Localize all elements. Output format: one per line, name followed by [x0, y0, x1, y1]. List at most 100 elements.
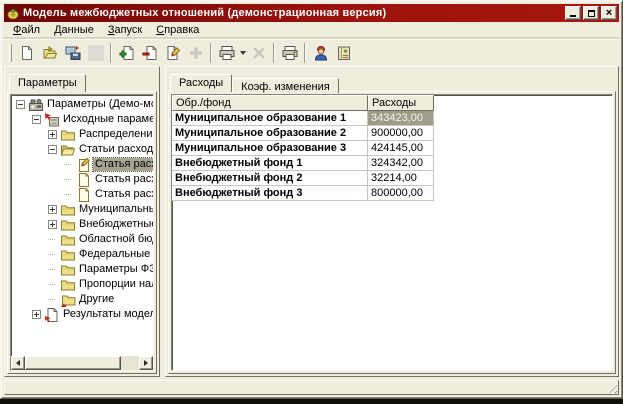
printer-icon [282, 45, 298, 61]
data-panel: РасходыКоэф. изменения Обр./фондРасходыМ… [165, 66, 619, 377]
add-record-button[interactable] [115, 42, 138, 64]
right-arrow-icon [144, 360, 148, 366]
table-row: Внебюджетный фонд 1324342,00 [172, 156, 434, 171]
title-bar[interactable]: Модель межбюджетных отношений (демонстра… [4, 4, 619, 22]
tree-item[interactable]: Статья расходов [12, 157, 153, 172]
expander-minus-icon[interactable] [48, 145, 57, 154]
folder-icon [60, 232, 76, 248]
tree-connector [44, 284, 60, 285]
toolbar-separator [110, 43, 112, 63]
resize-grip[interactable] [605, 381, 617, 393]
cell-expense-value[interactable]: 800000,00 [368, 186, 434, 201]
cell-expense-value[interactable]: 900000,00 [368, 126, 434, 141]
tree-item-label: Распределение налогов [77, 128, 154, 141]
cell-expense-value-selected[interactable]: 343423,00 [368, 111, 434, 126]
horizontal-scrollbar[interactable] [11, 356, 153, 370]
tree-item[interactable]: Параметры (Демо-модель-2) [12, 97, 153, 112]
page-edit-icon [76, 157, 92, 173]
column-header-name[interactable]: Обр./фонд [172, 95, 368, 111]
new-button[interactable] [15, 42, 38, 64]
tree-item[interactable]: Статья расходов 2 [12, 172, 153, 187]
status-bar [4, 380, 619, 395]
toolbar-gripper[interactable] [9, 44, 12, 62]
edit-record-button[interactable] [161, 42, 184, 64]
expenses-grid: Обр./фондРасходыМуниципальное образовани… [172, 95, 434, 201]
expander-minus-icon[interactable] [16, 100, 25, 109]
cancel-button [247, 42, 270, 64]
page-icon [76, 172, 92, 188]
tab-change-coeffs[interactable]: Коэф. изменения [232, 78, 339, 93]
expander-plus-icon[interactable] [32, 310, 41, 319]
menu-item-run[interactable]: Запуск [101, 23, 149, 38]
tree-connector [44, 269, 60, 270]
tree-item[interactable]: Муниципальные образования [12, 202, 153, 217]
scrollbar-track[interactable] [121, 356, 139, 370]
table-row: Муниципальное образование 2900000,00 [172, 126, 434, 141]
tree-item[interactable]: Статьи расходов [12, 142, 153, 157]
expander-plus-icon[interactable] [48, 130, 57, 139]
cell-entity-name[interactable]: Внебюджетный фонд 1 [172, 156, 368, 171]
tree-item[interactable]: Распределение налогов [12, 127, 153, 142]
scroll-right-button[interactable] [139, 356, 153, 370]
expander-plus-icon[interactable] [48, 220, 57, 229]
menu-bar: ФайлДанныеЗапускСправка [4, 22, 619, 39]
menu-item-help[interactable]: Справка [149, 23, 206, 38]
tree-connector [44, 254, 60, 255]
add-record-icon [119, 45, 135, 61]
tree-item[interactable]: Другие [12, 292, 153, 307]
maximize-button[interactable] [583, 6, 599, 20]
tree-connector [44, 299, 60, 300]
help-book-button[interactable] [332, 42, 355, 64]
table-row: Муниципальное образование 1343423,00 [172, 111, 434, 126]
cell-expense-value[interactable]: 32214,00 [368, 171, 434, 186]
app-window: Модель межбюджетных отношений (демонстра… [0, 0, 623, 399]
scroll-left-button[interactable] [11, 356, 25, 370]
print-button[interactable] [278, 42, 301, 64]
cell-entity-name[interactable]: Внебюджетный фонд 3 [172, 186, 368, 201]
tree-connector [60, 179, 76, 180]
app-icon [6, 6, 20, 20]
tree-item[interactable]: Параметры ФЭР [12, 262, 153, 277]
expander-minus-icon[interactable] [32, 115, 41, 124]
tree-item[interactable]: Исходные параметры [12, 112, 153, 127]
tree-item-label: Муниципальные образования [77, 203, 154, 216]
cell-expense-value[interactable]: 324342,00 [368, 156, 434, 171]
save-button[interactable] [61, 42, 84, 64]
print-preview-button[interactable] [215, 42, 238, 64]
scrollbar-thumb[interactable] [25, 356, 121, 370]
tree-item[interactable]: Пропорции налогов [12, 277, 153, 292]
tree-item-label: Областной бюджет [77, 233, 154, 246]
delete-record-button[interactable] [138, 42, 161, 64]
tab-parameters[interactable]: Параметры [9, 74, 86, 92]
print-preview-dropdown[interactable] [238, 42, 247, 64]
tree-connector [44, 239, 60, 240]
cell-entity-name[interactable]: Муниципальное образование 1 [172, 111, 368, 126]
right-page: Обр./фондРасходыМуниципальное образовани… [168, 91, 616, 374]
menu-item-file[interactable]: Файл [6, 23, 47, 38]
plus-icon [188, 45, 204, 61]
insert-button [184, 42, 207, 64]
tree-item[interactable]: Федеральные трансферты [12, 247, 153, 262]
input-params-icon [44, 112, 60, 128]
tree-item[interactable]: Областной бюджет [12, 232, 153, 247]
expander-plus-icon[interactable] [48, 205, 57, 214]
cell-entity-name[interactable]: Муниципальное образование 2 [172, 126, 368, 141]
tab-change-coeffs-label: Коэф. изменения [241, 81, 330, 93]
tree-item-label: Федеральные трансферты [77, 248, 154, 261]
tree-item-label: Исходные параметры [61, 113, 154, 126]
tree-item[interactable]: Результаты моделирования [12, 307, 153, 322]
menu-item-data[interactable]: Данные [47, 23, 101, 38]
tree-item[interactable]: Внебюджетные фонды [12, 217, 153, 232]
user-button[interactable] [309, 42, 332, 64]
left-page: Параметры (Демо-модель-2)Исходные параме… [7, 91, 157, 374]
parameters-tree: Параметры (Демо-модель-2)Исходные параме… [11, 95, 153, 322]
minimize-button[interactable] [565, 6, 581, 20]
open-button[interactable] [38, 42, 61, 64]
cell-expense-value[interactable]: 424145,00 [368, 141, 434, 156]
column-header-value[interactable]: Расходы [368, 95, 434, 111]
tree-item[interactable]: Статья расходов 3 [12, 187, 153, 202]
cell-entity-name[interactable]: Муниципальное образование 3 [172, 141, 368, 156]
tab-expenses[interactable]: Расходы [170, 74, 232, 92]
cell-entity-name[interactable]: Внебюджетный фонд 2 [172, 171, 368, 186]
close-button[interactable]: × [601, 6, 617, 20]
